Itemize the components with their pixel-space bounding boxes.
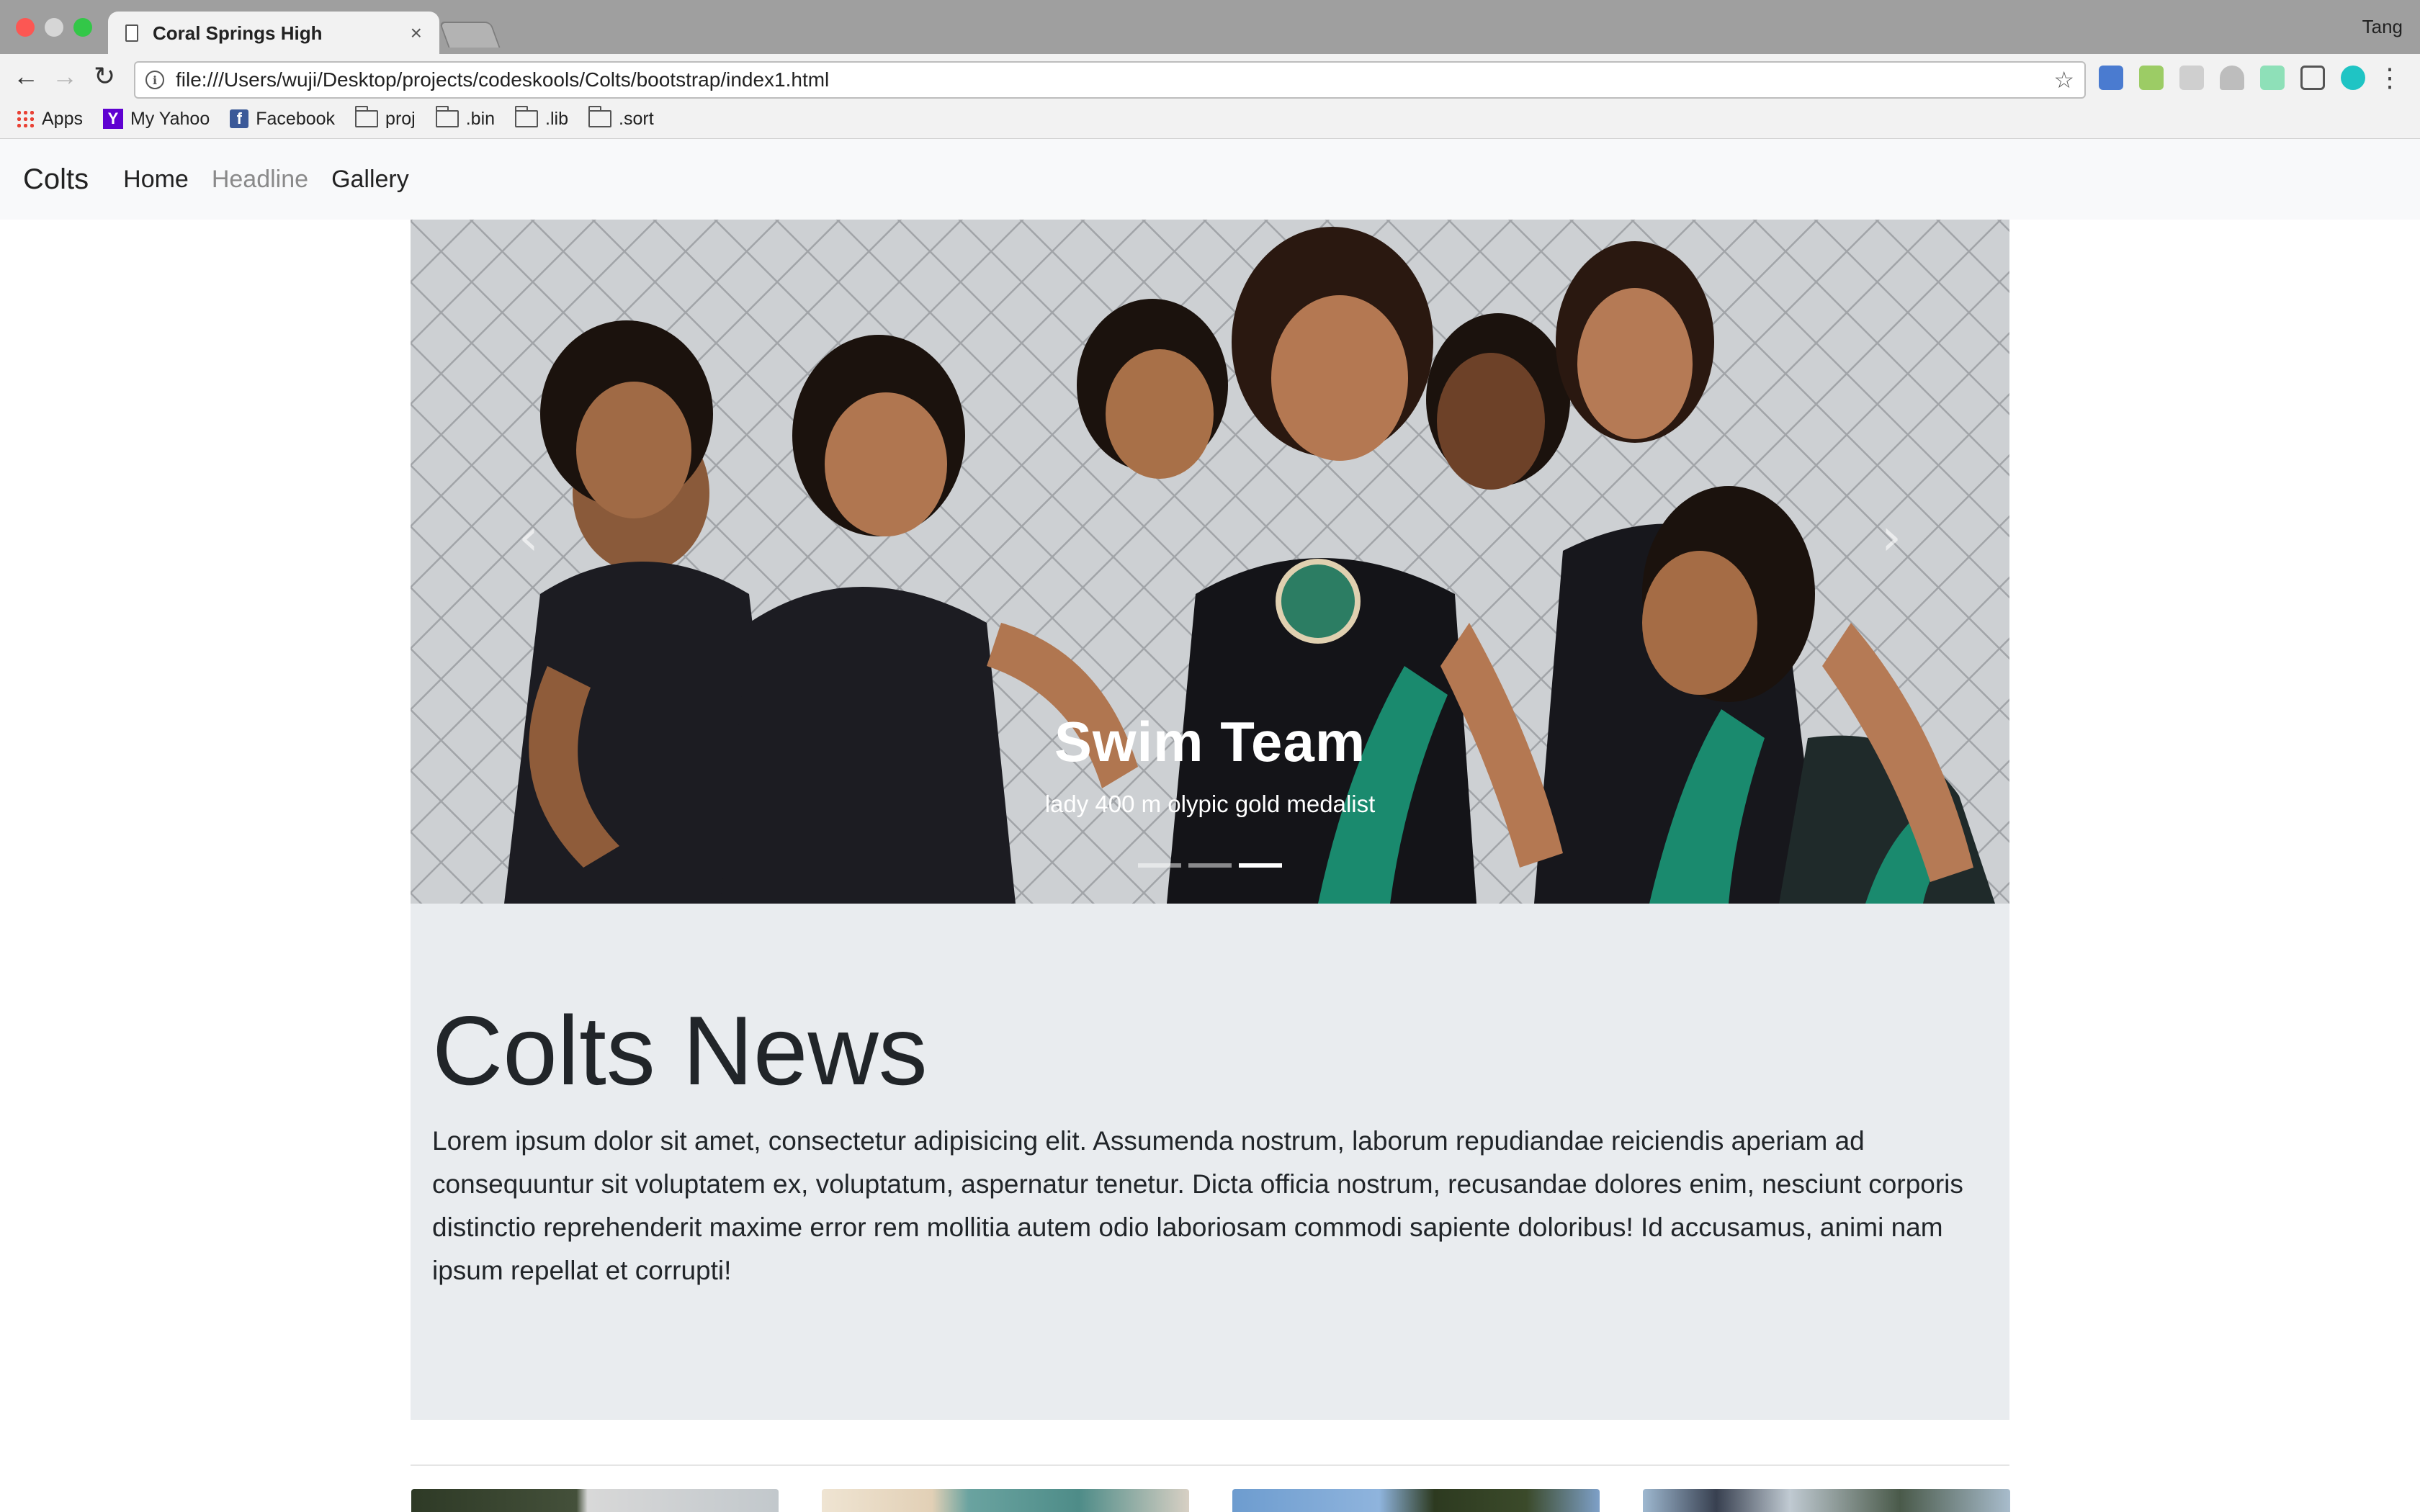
maximize-window-button[interactable]	[73, 18, 92, 37]
facebook-icon: f	[230, 109, 249, 128]
navbar-brand[interactable]: Colts	[23, 163, 89, 196]
yahoo-icon: Y	[102, 109, 123, 129]
news-title: Colts News	[432, 996, 928, 1105]
caption-text: lady 400 m olypic gold medalist	[1044, 791, 1376, 817]
news-text: Lorem ipsum dolor sit amet, consectetur …	[432, 1125, 1963, 1285]
news-jumbotron: Colts News Lorem ipsum dolor sit amet, c…	[411, 904, 2009, 1420]
sheets-extension-icon[interactable]	[2139, 66, 2164, 90]
profile-extension-icon[interactable]	[2341, 66, 2365, 90]
carousel-prev-icon[interactable]: ‹	[519, 508, 539, 567]
bookmark-lib[interactable]: .lib	[515, 106, 569, 130]
bookmarks-bar: Apps Y My Yahoo f Facebook proj .bin .li…	[16, 104, 654, 133]
browser-window: Coral Springs High × Tang ← → ↻ i file:/…	[0, 0, 2420, 1512]
bookmark-proj[interactable]: proj	[355, 106, 416, 130]
folder-icon	[588, 106, 612, 127]
close-tab-icon[interactable]: ×	[411, 22, 422, 45]
bookmark-label: Apps	[42, 108, 83, 129]
reload-icon[interactable]: ↻	[94, 61, 115, 91]
folder-icon	[355, 106, 379, 127]
bookmark-bin[interactable]: .bin	[435, 106, 496, 130]
gallery-thumbnail[interactable]	[1232, 1489, 1600, 1512]
divider	[411, 1464, 2009, 1466]
gallery-thumbnail[interactable]	[411, 1489, 779, 1512]
browser-tab[interactable]: Coral Springs High ×	[108, 12, 439, 55]
photo-carousel[interactable]: ‹ › Swim Team lady 400 m olypic gold med…	[411, 220, 2009, 904]
extension-icon[interactable]	[2260, 66, 2285, 90]
caption-title: Swim Team	[1054, 710, 1366, 773]
bookmark-star-icon[interactable]: ☆	[2053, 66, 2074, 94]
folder-icon	[515, 106, 539, 127]
tab-strip: Coral Springs High × Tang	[0, 0, 2420, 55]
cast-icon[interactable]	[2300, 66, 2325, 90]
browser-toolbar: ← → ↻ i file:///Users/wuji/Desktop/proje…	[0, 54, 2420, 139]
profile-name[interactable]: Tang	[2362, 16, 2403, 38]
folder-icon	[435, 106, 459, 127]
carousel-caption: Swim Team lady 400 m olypic gold medalis…	[411, 709, 2009, 818]
info-icon[interactable]: i	[145, 71, 164, 89]
bookmark-my-yahoo[interactable]: Y My Yahoo	[102, 108, 210, 130]
carousel-indicator-1[interactable]	[1138, 863, 1181, 868]
nav-link-headline[interactable]: Headline	[212, 166, 308, 194]
calendar-extension-icon[interactable]	[2099, 66, 2123, 90]
address-bar[interactable]: i file:///Users/wuji/Desktop/projects/co…	[134, 61, 2086, 99]
bookmark-label: .lib	[545, 108, 569, 129]
tab-title: Coral Springs High	[153, 22, 323, 44]
forward-arrow-icon[interactable]: →	[52, 61, 78, 91]
carousel-indicators	[411, 863, 2009, 868]
nav-link-gallery[interactable]: Gallery	[331, 166, 409, 194]
bookmark-label: .sort	[619, 108, 654, 129]
message-extension-icon[interactable]	[2179, 66, 2204, 90]
new-tab-button[interactable]	[439, 22, 501, 48]
bookmark-label: Facebook	[256, 108, 336, 129]
site-navbar: Colts Home Headline Gallery	[0, 139, 2420, 220]
extension-icons	[2099, 66, 2365, 90]
carousel-next-icon[interactable]: ›	[1881, 508, 1901, 567]
gallery-thumbnail[interactable]	[1643, 1489, 2010, 1512]
bookmark-facebook[interactable]: f Facebook	[230, 109, 335, 130]
close-window-button[interactable]	[16, 18, 35, 37]
bookmark-sort[interactable]: .sort	[588, 106, 654, 130]
apps-grid-icon	[16, 109, 35, 128]
bookmark-apps[interactable]: Apps	[16, 109, 83, 130]
nav-link-home[interactable]: Home	[123, 166, 189, 194]
back-arrow-icon[interactable]: ←	[13, 61, 39, 91]
browser-menu-icon[interactable]: ⋮	[2377, 63, 2403, 93]
gallery-thumbnail[interactable]	[822, 1489, 1189, 1512]
minimize-window-button[interactable]	[45, 18, 63, 37]
bookmark-label: My Yahoo	[130, 108, 210, 129]
bookmark-label: .bin	[465, 108, 496, 129]
carousel-indicator-2[interactable]	[1188, 863, 1232, 868]
url-text[interactable]: file:///Users/wuji/Desktop/projects/code…	[176, 68, 2053, 91]
carousel-indicator-3[interactable]	[1239, 863, 1282, 868]
drive-extension-icon[interactable]	[2220, 66, 2244, 90]
document-icon	[125, 24, 138, 42]
bookmark-label: proj	[385, 108, 416, 129]
